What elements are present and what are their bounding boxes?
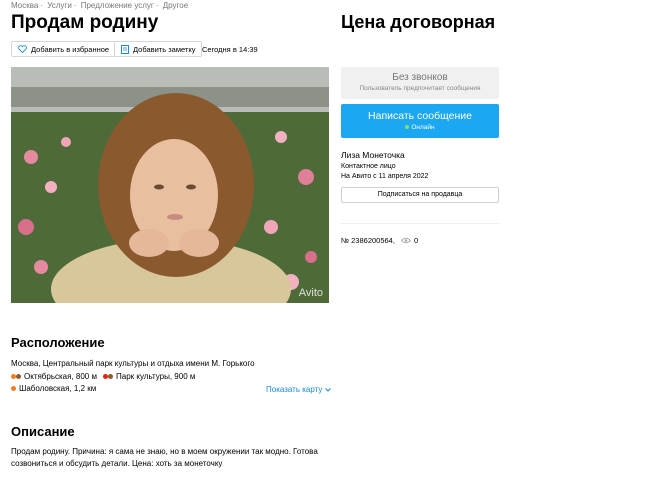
breadcrumb: Москва · Услуги · Предложение услуг · Друго… <box>11 1 189 10</box>
seller-name[interactable]: Лиза Монеточка <box>341 150 428 160</box>
add-favorite-label: Добавить в избранное <box>31 44 110 54</box>
add-favorite-button[interactable]: Добавить в избранное <box>11 41 117 57</box>
address: Москва, Центральный парк культуры и отды… <box>11 359 255 368</box>
metro-station: Парк культуры, 900 м <box>103 372 195 381</box>
online-dot-icon <box>405 125 410 130</box>
description-line: созвониться и обсудить детали. Цена: хот… <box>11 459 223 468</box>
metro-line-icon <box>11 386 16 392</box>
description-heading: Описание <box>11 424 75 439</box>
show-map-link[interactable]: Показать карту <box>266 385 331 394</box>
ad-number: № 2386200564, <box>341 236 395 245</box>
write-message-button[interactable]: Написать сообщение Онлайн <box>341 104 499 138</box>
note-icon <box>121 44 129 54</box>
breadcrumb-item[interactable]: Услуги <box>47 1 72 10</box>
portrait-photo-image <box>11 67 329 303</box>
chevron-down-icon <box>324 388 331 392</box>
add-note-button[interactable]: Добавить заметку <box>114 41 203 57</box>
ad-meta: № 2386200564, 0 <box>341 236 418 245</box>
breadcrumb-item[interactable]: Другое <box>163 1 188 10</box>
breadcrumb-item[interactable]: Предложение услуг <box>81 1 154 10</box>
price: Цена договорная <box>341 12 496 32</box>
breadcrumb-item[interactable]: Москва <box>11 1 38 10</box>
page-title: Продам родину <box>11 12 159 33</box>
add-note-label: Добавить заметку <box>133 44 196 54</box>
no-calls-notice: Без звонков Пользователь предпочитает со… <box>341 67 499 99</box>
description-line: Продам родину. Причина: я сама не знаю, … <box>11 447 318 456</box>
location-heading: Расположение <box>11 335 105 350</box>
metro-station: Шаболовская, 1,2 км <box>11 384 96 393</box>
divider <box>341 223 499 224</box>
seller-since: На Авито с 11 апреля 2022 <box>341 173 429 180</box>
views-count: 0 <box>413 236 419 245</box>
online-status: Онлайн <box>341 124 499 131</box>
publish-date: Сегодня в 14:39 <box>202 45 258 54</box>
metro-line-icon <box>108 374 113 380</box>
subscribe-seller-button[interactable]: Подписаться на продавца <box>341 187 499 203</box>
listing-photo[interactable]: Avito <box>11 67 329 303</box>
seller-role: Контактное лицо <box>341 163 396 170</box>
write-message-label: Написать сообщение <box>368 110 472 122</box>
eye-icon <box>400 237 411 244</box>
no-calls-label: Без звонков <box>392 72 448 83</box>
metro-line-icon <box>16 374 21 380</box>
watermark: Avito <box>298 287 323 299</box>
metro-station: Октябрьская, 800 м <box>11 372 97 381</box>
no-calls-subtext: Пользователь предпочитает сообщения <box>359 85 481 92</box>
seller-info: Лиза Монеточка Контактное лицо На Авито … <box>341 150 428 180</box>
heart-icon <box>18 45 27 53</box>
